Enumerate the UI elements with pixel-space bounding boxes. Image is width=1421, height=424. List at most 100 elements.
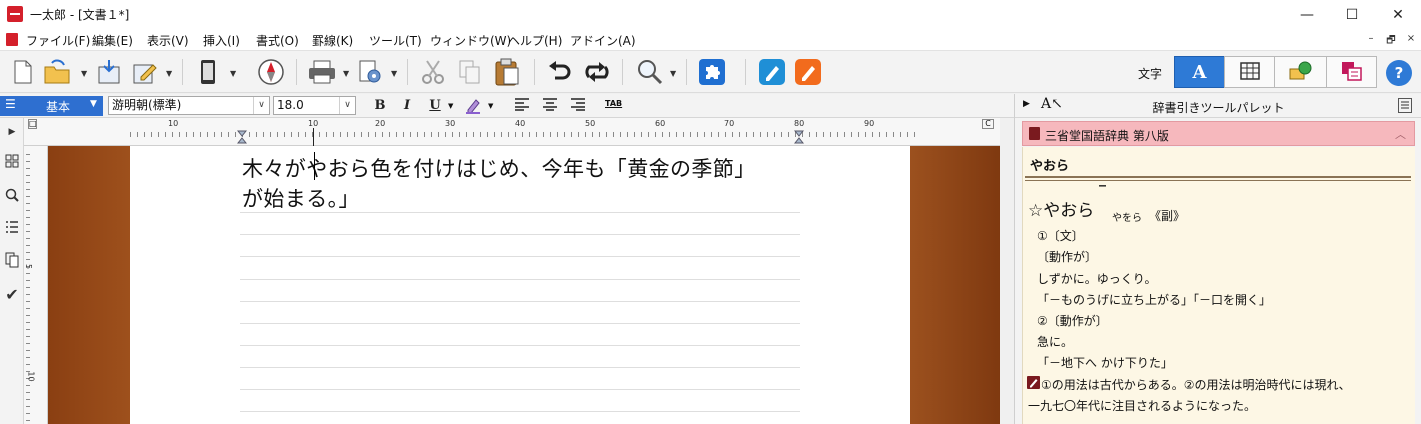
- search-dropdown-icon[interactable]: ▼: [670, 69, 676, 78]
- ruled-line: [240, 411, 800, 412]
- entry-reading: やをら: [1112, 213, 1142, 224]
- document-body-text[interactable]: 木々がやおら色を付けはじめ、今年も「黄金の季節」 が始まる。」: [242, 154, 802, 214]
- settings-dropdown-icon[interactable]: ▼: [391, 69, 397, 78]
- document-page[interactable]: 木々がやおら色を付けはじめ、今年も「黄金の季節」 が始まる。」: [130, 146, 910, 424]
- entry-line: 急に。: [1037, 335, 1074, 349]
- doc-restore-button[interactable]: 🗗: [1384, 33, 1398, 47]
- paste-icon[interactable]: [492, 57, 522, 87]
- ruler-left-corner[interactable]: □: [28, 119, 37, 129]
- document-icon[interactable]: [6, 33, 18, 46]
- align-center-icon[interactable]: [541, 97, 559, 115]
- ruler-label: 30: [445, 119, 456, 128]
- font-family-value: 游明朝(標準): [112, 98, 182, 112]
- figure-mode-button[interactable]: [1274, 56, 1327, 88]
- open-folder-icon[interactable]: [42, 57, 72, 87]
- horizontal-ruler[interactable]: □ 10 10 20 30 40 50 60 70 80 90 C: [24, 118, 1000, 146]
- italic-button[interactable]: I: [398, 97, 416, 115]
- style-selector[interactable]: ☰ 基本 ▼: [0, 96, 103, 116]
- menu-addin[interactable]: アドイン(A): [570, 32, 636, 49]
- jsnap-blue-icon[interactable]: [757, 57, 787, 87]
- dictionary-title-bar[interactable]: 三省堂国語辞典 第八版 ︿: [1022, 121, 1415, 146]
- table-grid-icon: [1239, 61, 1260, 83]
- underline-dropdown-icon[interactable]: ▼: [448, 102, 453, 110]
- ruler-right-corner[interactable]: C: [982, 119, 994, 129]
- menu-tools[interactable]: ツール(T): [369, 32, 422, 49]
- style-menu-icon: ☰: [5, 97, 16, 111]
- document-area: 木々がやおら色を付けはじめ、今年も「黄金の季節」 が始まる。」: [48, 146, 1000, 424]
- menu-window[interactable]: ウィンドウ(W): [430, 32, 511, 49]
- chevron-down-icon: ∨: [339, 97, 355, 114]
- font-size-combo[interactable]: 18.0 ∨: [273, 96, 356, 115]
- note-pencil-icon: [1027, 376, 1040, 389]
- new-document-icon[interactable]: [8, 57, 38, 87]
- menu-view[interactable]: 表示(V): [147, 32, 189, 49]
- expand-arrow-icon[interactable]: ▶: [3, 123, 21, 141]
- left-indent-marker-icon[interactable]: [236, 130, 248, 144]
- font-family-combo[interactable]: 游明朝(標準) ∨: [108, 96, 270, 115]
- chevron-up-icon[interactable]: ︿: [1395, 126, 1406, 142]
- menu-ruled-lines[interactable]: 罫線(K): [312, 32, 353, 49]
- entry-line: ①〔文〕: [1037, 229, 1084, 243]
- layout-mode-button[interactable]: [1326, 56, 1377, 88]
- menu-bar: ファイル(F) 編集(E) 表示(V) 挿入(I) 書式(O) 罫線(K) ツー…: [0, 29, 1421, 51]
- highlight-dropdown-icon[interactable]: ▼: [488, 102, 493, 110]
- mobile-device-icon[interactable]: [193, 57, 223, 87]
- cut-icon[interactable]: [418, 57, 448, 87]
- ruled-line: [240, 279, 800, 280]
- jsnap-orange-icon[interactable]: [793, 57, 823, 87]
- divider: [1025, 180, 1411, 181]
- bold-button[interactable]: B: [371, 97, 389, 115]
- print-dropdown-icon[interactable]: ▼: [343, 69, 349, 78]
- underline-button[interactable]: U: [426, 97, 444, 115]
- table-mode-button[interactable]: [1224, 56, 1275, 88]
- doc-close-button[interactable]: ×: [1404, 33, 1418, 47]
- toolbar-separator: [407, 59, 408, 85]
- align-left-icon[interactable]: [513, 97, 531, 115]
- search-icon[interactable]: [3, 188, 21, 206]
- print-icon[interactable]: [307, 57, 337, 87]
- device-dropdown-icon[interactable]: ▼: [230, 69, 236, 78]
- tab-button[interactable]: TAB: [605, 99, 622, 108]
- title-bar: 一太郎 - [文書１*] — ☐ ✕: [0, 0, 1421, 29]
- menu-help[interactable]: ヘルプ(H): [508, 32, 562, 49]
- edit-document-icon[interactable]: [130, 57, 160, 87]
- thumbnail-grid-icon[interactable]: [3, 154, 21, 172]
- navigator-compass-icon[interactable]: [256, 57, 286, 87]
- menu-insert[interactable]: 挿入(I): [203, 32, 240, 49]
- ruler-label: 20: [375, 119, 386, 128]
- toolbar-separator: [182, 59, 183, 85]
- addin-puzzle-icon[interactable]: [697, 57, 727, 87]
- page-move-icon[interactable]: [3, 252, 21, 270]
- dictionary-book-icon: [1029, 127, 1040, 140]
- search-zoom-icon[interactable]: [634, 57, 664, 87]
- menu-format[interactable]: 書式(O): [256, 32, 299, 49]
- undo-icon[interactable]: [545, 57, 575, 87]
- menu-file[interactable]: ファイル(F): [26, 32, 90, 49]
- edit-dropdown-icon[interactable]: ▼: [166, 69, 172, 78]
- menu-edit[interactable]: 編集(E): [92, 32, 133, 49]
- proofread-check-icon[interactable]: ✔: [3, 286, 21, 304]
- vertical-ruler[interactable]: 5 10: [24, 146, 48, 424]
- print-settings-icon[interactable]: [355, 57, 385, 87]
- highlight-pen-icon[interactable]: [464, 97, 482, 115]
- app-logo-icon[interactable]: [7, 6, 23, 22]
- minimize-button[interactable]: —: [1284, 0, 1330, 29]
- shapes-icon: [1288, 61, 1314, 84]
- help-icon[interactable]: ?: [1386, 60, 1412, 86]
- open-dropdown-icon[interactable]: ▼: [81, 69, 87, 78]
- outline-list-icon[interactable]: [3, 220, 21, 238]
- right-indent-marker-icon[interactable]: [793, 130, 805, 144]
- ruler-label: 70: [724, 119, 735, 128]
- dictionary-palette: ▶ A↖ 辞書引きツールパレット 三省堂国語辞典 第八版 ︿ やおら ☆やおら …: [1014, 94, 1421, 424]
- ruler-label: 40: [515, 119, 526, 128]
- layout-frame-icon: [1341, 61, 1363, 84]
- copy-icon[interactable]: [455, 57, 485, 87]
- text-mode-button[interactable]: A: [1174, 56, 1225, 88]
- palette-menu-icon[interactable]: [1398, 98, 1412, 113]
- redo-repeat-icon[interactable]: [582, 57, 612, 87]
- save-icon[interactable]: [94, 57, 124, 87]
- close-button[interactable]: ✕: [1375, 0, 1421, 29]
- maximize-button[interactable]: ☐: [1329, 0, 1375, 29]
- doc-minimize-button[interactable]: –: [1364, 33, 1378, 47]
- align-right-icon[interactable]: [569, 97, 587, 115]
